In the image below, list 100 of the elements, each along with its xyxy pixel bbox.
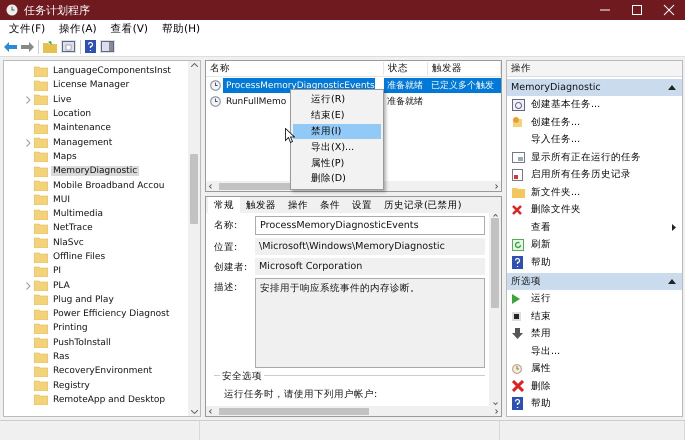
- menu-item[interactable]: 属性(P): [293, 155, 381, 171]
- group-header[interactable]: 所选项: [507, 273, 682, 290]
- tree-item[interactable]: Printing: [51, 323, 90, 334]
- menu-item[interactable]: 导出(X)...: [293, 139, 381, 156]
- chevron-icon[interactable]: [26, 96, 31, 104]
- tree-item[interactable]: LanguageComponentsInst: [51, 66, 173, 76]
- play-icon: [512, 294, 520, 304]
- menu-item[interactable]: 结束(E): [293, 108, 381, 124]
- action-item[interactable]: 新文件夹...: [507, 184, 682, 201]
- tab[interactable]: 条件: [314, 197, 346, 213]
- tree-item[interactable]: Maps: [51, 152, 79, 162]
- tree-item[interactable]: Location: [51, 109, 94, 120]
- tree-item[interactable]: Mobile Broadband Accou: [51, 180, 166, 191]
- tree-item[interactable]: NetTrace: [51, 223, 95, 234]
- folder-icon: [34, 337, 48, 348]
- group-header[interactable]: MemoryDiagnostic: [507, 79, 682, 96]
- task-name[interactable]: RunFullMemo: [223, 94, 286, 109]
- tree-item[interactable]: NlaSvc: [51, 238, 86, 248]
- clock-icon: [6, 4, 18, 16]
- description-field[interactable]: 安排用于响应系统事件的内存诊断。: [255, 278, 485, 368]
- action-item[interactable]: 删除: [507, 378, 682, 395]
- chevron-icon[interactable]: [26, 282, 31, 290]
- name-field[interactable]: ProcessMemoryDiagnosticEvents: [255, 216, 485, 235]
- menu-item[interactable]: 运行(R): [293, 92, 381, 108]
- scroll-down-icon[interactable]: [492, 401, 498, 406]
- field-label: 描述:: [214, 281, 238, 294]
- folder-icon: [34, 237, 48, 248]
- scroll-up-icon[interactable]: [492, 213, 498, 218]
- action-item[interactable]: 创建任务...: [507, 114, 682, 131]
- tree-item[interactable]: RecoveryEnvironment: [51, 366, 154, 376]
- folder-icon: [34, 166, 48, 177]
- panel-button[interactable]: [100, 40, 115, 53]
- tab[interactable]: 操作: [282, 197, 314, 213]
- back-icon[interactable]: [4, 42, 17, 52]
- tree-item[interactable]: Management: [51, 138, 114, 148]
- folder-icon[interactable]: [43, 40, 57, 52]
- tree-item[interactable]: Offline Files: [51, 252, 108, 262]
- scrollbar-thumb[interactable]: [491, 218, 499, 308]
- tree-item[interactable]: Registry: [51, 380, 92, 391]
- action-item[interactable]: 禁用: [507, 325, 682, 342]
- column-header[interactable]: 名称: [206, 62, 384, 75]
- scrollbar-thumb[interactable]: [219, 408, 369, 414]
- menu-item[interactable]: 帮助(H): [157, 22, 206, 36]
- action-item[interactable]: 帮助: [507, 395, 682, 412]
- action-item[interactable]: 帮助: [507, 254, 682, 271]
- tree-item[interactable]: RemoteApp and Desktop: [51, 394, 168, 405]
- tree-item[interactable]: PI: [51, 266, 64, 276]
- scroll-right-icon[interactable]: [494, 408, 499, 414]
- tree-item[interactable]: MUI: [51, 194, 72, 205]
- tree-item[interactable]: License Manager: [51, 80, 132, 90]
- clock-icon: [210, 80, 221, 91]
- tab[interactable]: 触发器: [240, 197, 282, 213]
- folder-icon: [512, 186, 525, 198]
- close-icon: [512, 380, 524, 392]
- tab[interactable]: 设置: [346, 197, 378, 213]
- tree-item[interactable]: Multimedia: [51, 209, 106, 220]
- tree-item[interactable]: Ras: [51, 352, 72, 362]
- tree-item[interactable]: MemoryDiagnostic: [51, 166, 140, 176]
- tree-item[interactable]: Maintenance: [51, 123, 113, 134]
- collapse-icon[interactable]: [668, 279, 676, 284]
- scroll-up-icon[interactable]: [190, 63, 198, 67]
- forward-icon[interactable]: [21, 42, 34, 52]
- menu-item[interactable]: 禁用(I): [293, 124, 381, 140]
- action-item[interactable]: 导入任务...: [507, 131, 682, 148]
- menu-item[interactable]: 查看(V): [106, 22, 154, 36]
- menu-item[interactable]: 删除(D): [293, 170, 381, 187]
- security-text: 运行任务时，请使用下列用户帐户:: [223, 388, 378, 401]
- folder-icon: [34, 380, 48, 392]
- action-item[interactable]: 结束: [507, 308, 682, 325]
- menu-item[interactable]: 操作(A): [54, 22, 102, 36]
- action-item[interactable]: 刷新: [507, 236, 682, 254]
- chevron-icon[interactable]: [26, 138, 31, 147]
- tree-item[interactable]: Power Efficiency Diagnost: [51, 309, 172, 320]
- column-header[interactable]: 触发器: [428, 62, 501, 75]
- scrollbar-thumb[interactable]: [190, 154, 198, 224]
- folder-icon: [34, 80, 48, 91]
- action-item[interactable]: 运行: [507, 290, 682, 308]
- action-item[interactable]: 属性: [507, 360, 682, 378]
- collapse-icon[interactable]: [668, 85, 676, 90]
- action-item[interactable]: 显示所有正在运行的任务: [507, 148, 682, 166]
- task-trigger: 已定义多个触发: [428, 78, 501, 93]
- tree-item[interactable]: PLA: [51, 280, 72, 291]
- tree-item[interactable]: PushToInstall: [51, 338, 113, 348]
- tab[interactable]: 历史记录(已禁用): [378, 197, 468, 213]
- tree-item[interactable]: Plug and Play: [51, 294, 116, 305]
- tab[interactable]: 常规: [208, 197, 240, 213]
- menu-item[interactable]: 文件(F): [4, 22, 50, 36]
- action-item[interactable]: 删除文件夹: [507, 201, 682, 218]
- scroll-down-icon[interactable]: [190, 410, 198, 414]
- panel-button[interactable]: [61, 40, 76, 53]
- action-item[interactable]: 导出...: [507, 342, 682, 360]
- clock-icon: [512, 364, 522, 374]
- tree-item[interactable]: Live: [51, 94, 74, 105]
- scroll-left-icon[interactable]: [208, 408, 213, 414]
- column-header[interactable]: 状态: [384, 62, 428, 75]
- action-item[interactable]: 查看: [507, 218, 682, 236]
- action-item[interactable]: 创建基本任务...: [507, 96, 682, 114]
- scroll-left-icon[interactable]: [208, 184, 213, 188]
- scroll-right-icon[interactable]: [494, 184, 499, 188]
- action-item[interactable]: 启用所有任务历史记录: [507, 166, 682, 184]
